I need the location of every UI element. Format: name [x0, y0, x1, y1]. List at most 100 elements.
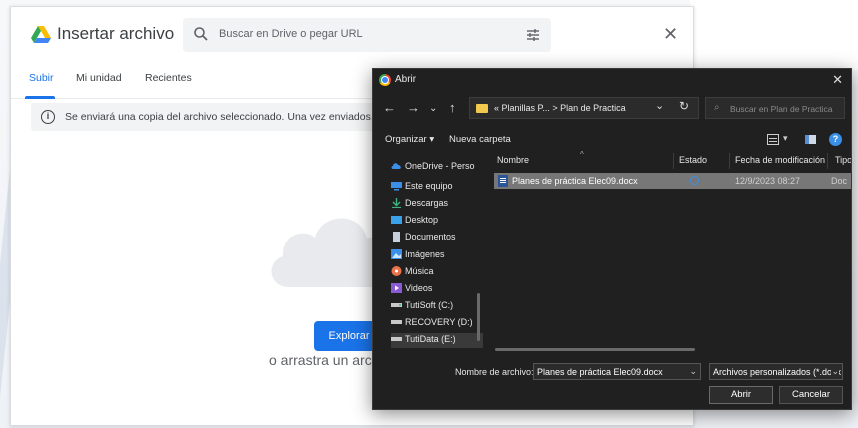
dialog-titlebar[interactable]: Abrir ✕ — [373, 69, 851, 91]
picker-title: Insertar archivo — [57, 24, 175, 43]
info-message: Se enviará una copia del archivo selecci… — [65, 111, 391, 123]
word-document-icon — [498, 175, 508, 187]
folder-icon — [476, 104, 488, 113]
nav-item-imagenes[interactable]: Imágenes — [391, 248, 483, 263]
column-separator[interactable] — [827, 153, 828, 169]
document-icon — [393, 232, 400, 242]
nav-item-label: TutiData (E:) — [405, 334, 456, 344]
sort-indicator-icon: ^ — [580, 150, 584, 159]
drag-drop-hint: o arrastra un arc — [269, 352, 372, 368]
dialog-command-bar: Organizar ▾ Nueva carpeta ▾ ? — [373, 129, 851, 151]
nav-item-label: TutiSoft (C:) — [405, 300, 454, 310]
recent-locations-chevron-icon[interactable]: ⌄ — [429, 101, 437, 117]
computer-icon — [391, 182, 402, 191]
file-type: Doc — [831, 176, 848, 186]
nav-item-label: Descargas — [405, 198, 449, 208]
search-icon — [194, 27, 208, 41]
sync-status-icon — [690, 176, 699, 185]
dialog-navbar: ← → ⌄ ↑ « Planillas P... > Plan de Pract… — [373, 95, 851, 123]
breadcrumb: « Planillas P... > Plan de Practica — [494, 103, 626, 113]
open-button[interactable]: Abrir — [709, 386, 773, 404]
google-drive-icon — [31, 26, 51, 43]
image-icon — [391, 249, 402, 259]
forward-arrow-icon[interactable]: → — [407, 100, 420, 116]
picker-header: Insertar archivo Buscar en Drive o pegar… — [11, 7, 693, 63]
column-header-estado[interactable]: Estado — [679, 155, 707, 165]
back-arrow-icon[interactable]: ← — [383, 100, 396, 116]
file-name: Planes de práctica Elec09.docx — [512, 176, 638, 186]
column-header-nombre[interactable]: Nombre — [497, 155, 529, 165]
background-panel — [690, 0, 858, 70]
view-dropdown-icon[interactable]: ▾ — [783, 133, 788, 144]
nav-item-desktop[interactable]: Desktop — [391, 214, 483, 229]
filename-input[interactable]: Planes de práctica Elec09.docx ⌄ — [533, 363, 701, 380]
refresh-icon[interactable]: ↻ — [679, 99, 689, 113]
column-header-tipo[interactable]: Tipo — [835, 155, 851, 165]
search-placeholder: Buscar en Drive o pegar URL — [219, 28, 363, 40]
nav-item-label: Videos — [405, 283, 433, 293]
cloud-icon — [391, 163, 401, 169]
chevron-down-icon[interactable]: ⌄ — [831, 366, 839, 377]
nav-item-drive-d[interactable]: RECOVERY (D:) — [391, 316, 483, 331]
music-icon — [391, 266, 402, 276]
drive-search-input[interactable]: Buscar en Drive o pegar URL — [183, 18, 551, 52]
column-header-fecha[interactable]: Fecha de modificación — [735, 155, 825, 165]
desktop-icon — [391, 216, 402, 224]
file-list-horizontal-scrollbar[interactable] — [495, 348, 695, 351]
file-date: 12/9/2023 08:27 — [735, 176, 801, 186]
new-folder-button[interactable]: Nueva carpeta — [449, 134, 511, 145]
nav-item-label: Desktop — [405, 215, 439, 225]
address-dropdown-icon[interactable]: ⌄ — [655, 99, 664, 112]
nav-item-descargas[interactable]: Descargas — [391, 197, 483, 212]
nav-item-label: OneDrive - Perso — [405, 161, 475, 171]
file-row[interactable]: Planes de práctica Elec09.docx 12/9/2023… — [494, 173, 851, 189]
nav-pane-scrollbar[interactable] — [477, 293, 480, 341]
filename-label: Nombre de archivo: — [455, 367, 534, 377]
drive-icon — [391, 320, 402, 324]
nav-item-videos[interactable]: Videos — [391, 282, 483, 297]
dialog-title: Abrir — [395, 74, 417, 85]
chevron-down-icon[interactable]: ⌄ — [689, 366, 697, 377]
nav-item-drive-c[interactable]: TutiSoft (C:) — [391, 299, 483, 314]
preview-pane-icon[interactable] — [805, 135, 816, 144]
organize-menu[interactable]: Organizar ▾ — [385, 134, 434, 145]
nav-item-label: Documentos — [405, 232, 456, 242]
column-separator[interactable] — [673, 153, 674, 169]
tab-subir[interactable]: Subir — [29, 72, 54, 84]
cancel-button[interactable]: Cancelar — [779, 386, 843, 404]
address-bar[interactable]: « Planillas P... > Plan de Practica — [469, 97, 699, 119]
download-icon — [392, 198, 401, 208]
nav-item-label: Este equipo — [405, 181, 453, 191]
drive-icon — [391, 303, 402, 307]
up-arrow-icon[interactable]: ↑ — [449, 100, 456, 116]
active-tab-indicator — [25, 96, 55, 99]
nav-item-label: RECOVERY (D:) — [405, 317, 473, 327]
view-options-icon[interactable] — [767, 134, 779, 145]
file-list: ^ Nombre Estado Fecha de modificación Ti… — [485, 150, 851, 351]
search-icon: ⌕ — [714, 102, 720, 113]
tab-mi-unidad[interactable]: Mi unidad — [76, 72, 122, 84]
chrome-icon — [379, 74, 391, 86]
picker-close-button[interactable]: ✕ — [663, 25, 678, 43]
drive-icon — [391, 337, 402, 341]
nav-item-label: Imágenes — [405, 249, 445, 259]
filetype-value: Archivos personalizados (*.docx — [713, 367, 842, 377]
search-options-icon[interactable] — [525, 27, 541, 43]
folder-search-placeholder: Buscar en Plan de Practica — [730, 104, 833, 114]
filename-value: Planes de práctica Elec09.docx — [537, 367, 663, 377]
dialog-close-button[interactable]: ✕ — [832, 72, 843, 88]
folder-search-input[interactable]: ⌕ Buscar en Plan de Practica — [705, 97, 845, 119]
tab-recientes[interactable]: Recientes — [145, 72, 192, 84]
dialog-footer: Nombre de archivo: Planes de práctica El… — [373, 359, 851, 409]
nav-item-documentos[interactable]: Documentos — [391, 231, 483, 246]
column-separator[interactable] — [729, 153, 730, 169]
filetype-select[interactable]: Archivos personalizados (*.docx ⌄ — [709, 363, 843, 380]
nav-item-este-equipo[interactable]: Este equipo — [391, 180, 483, 195]
help-icon[interactable]: ? — [829, 133, 842, 146]
nav-item-label: Música — [405, 266, 434, 276]
nav-item-musica[interactable]: Música — [391, 265, 483, 280]
nav-item-drive-e[interactable]: TutiData (E:) — [391, 333, 483, 348]
navigation-pane: OneDrive - Perso Este equipo Descargas D… — [373, 153, 483, 351]
info-icon: i — [41, 110, 55, 124]
nav-item-onedrive[interactable]: OneDrive - Perso — [391, 160, 483, 175]
